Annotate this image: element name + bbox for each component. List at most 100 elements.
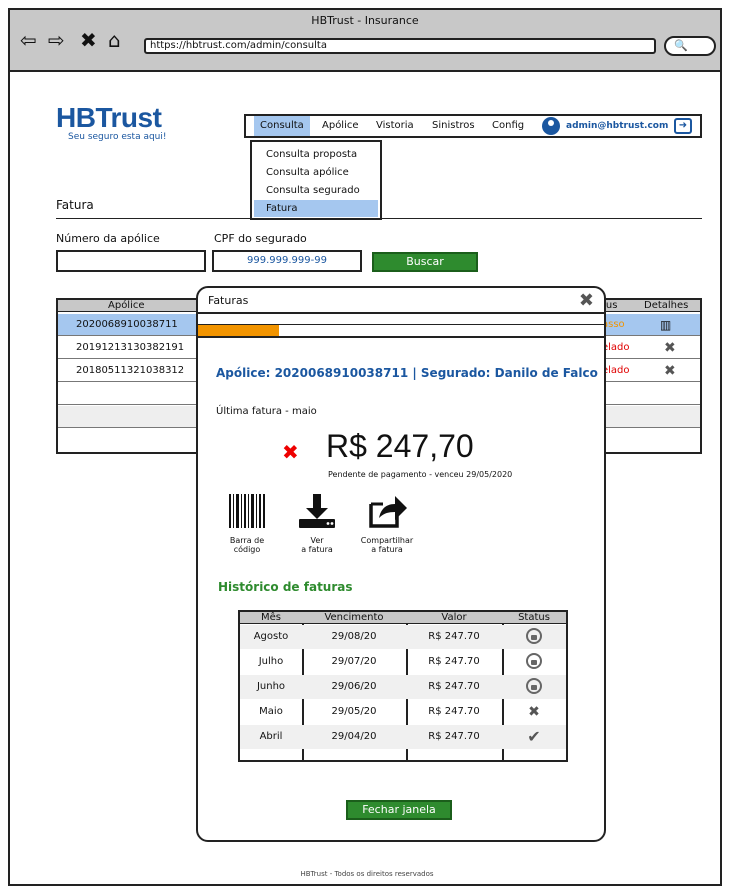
page-title: Fatura (56, 198, 94, 212)
invoice-amount: R$ 247,70 (326, 428, 474, 464)
cpf-input[interactable]: 999.999.999-99 (212, 250, 362, 272)
nav-apolice[interactable]: Apólice (316, 116, 365, 136)
barcode-icon[interactable]: ▥ (660, 314, 671, 336)
history-header-value: Valor (441, 612, 467, 623)
header-details: Detalhes (644, 300, 689, 311)
history-header-due: Vencimento (324, 612, 384, 623)
home-icon[interactable]: ⌂ (108, 30, 121, 50)
nav-sinistros[interactable]: Sinistros (426, 116, 481, 136)
history-row: Julho 29/07/20 R$ 247.70 (240, 650, 566, 674)
history-month: Maio (259, 706, 283, 717)
history-value: R$ 247.70 (428, 631, 480, 642)
header-policy: Apólice (108, 300, 145, 311)
unpaid-x-icon: ✖ (282, 440, 299, 464)
menu-consulta-segurado[interactable]: Consulta segurado (254, 182, 378, 199)
browser-search-field[interactable]: 🔍 (664, 36, 716, 56)
nav-consulta[interactable]: Consulta (254, 116, 310, 136)
close-icon[interactable]: ✖ (664, 360, 676, 382)
history-value: R$ 247.70 (428, 656, 480, 667)
close-window-button[interactable]: Fechar janela (346, 800, 452, 820)
browser-window: HBTrust - Insurance ⇦ ⇨ ✖ ⌂ https://hbtr… (8, 8, 722, 886)
modal-title: Faturas (208, 294, 249, 307)
row-policy: 2020068910038711 (76, 319, 178, 330)
row-status: elado (602, 365, 630, 376)
policy-number-input[interactable] (56, 250, 206, 272)
unpaid-x-icon: ✖ (528, 704, 540, 720)
history-month: Junho (256, 681, 286, 692)
row-status: elado (602, 342, 630, 353)
share-invoice-action[interactable]: Compartilhar a fatura (352, 492, 422, 554)
consulta-dropdown-menu: Consulta proposta Consulta apólice Consu… (250, 140, 382, 220)
history-due-date: 29/05/20 (331, 706, 377, 717)
history-month: Abril (259, 731, 283, 742)
menu-consulta-proposta[interactable]: Consulta proposta (254, 146, 378, 163)
history-table: Mês Vencimento Valor Status Agosto 29/08… (238, 610, 568, 762)
lock-icon (502, 650, 566, 674)
history-month: Agosto (253, 631, 289, 642)
browser-titlebar: HBTrust - Insurance ⇦ ⇨ ✖ ⌂ https://hbtr… (10, 10, 720, 72)
share-icon (369, 496, 407, 528)
invoices-modal: Faturas ✖ Apólice: 2020068910038711 | Se… (196, 286, 606, 842)
search-icon: 🔍 (674, 39, 688, 52)
progress-fill (198, 325, 280, 336)
history-header-row: Mês Vencimento Valor Status (240, 612, 566, 624)
share-label-1: Compartilhar (360, 536, 414, 545)
history-due-date: 29/08/20 (331, 631, 377, 642)
history-header-month: Mês (261, 612, 281, 623)
history-header-status: Status (518, 612, 550, 623)
window-title: HBTrust - Insurance (311, 14, 419, 27)
history-title: Histórico de faturas (218, 580, 353, 594)
download-icon (299, 494, 335, 528)
brand-logo[interactable]: HBTrust (56, 102, 162, 134)
user-email[interactable]: admin@hbtrust.com (566, 116, 668, 136)
share-label-2: a fatura (371, 545, 403, 554)
top-navbar: Consulta Apólice Vistoria Sinistros Conf… (244, 114, 702, 138)
nav-config[interactable]: Config (486, 116, 530, 136)
menu-consulta-apolice[interactable]: Consulta apólice (254, 164, 378, 181)
back-arrow-icon[interactable]: ⇦ (20, 30, 37, 50)
view-label-2: a fatura (301, 545, 333, 554)
modal-header: Faturas ✖ (198, 288, 604, 314)
progress-bar (198, 324, 604, 338)
url-bar[interactable]: https://hbtrust.com/admin/consulta (144, 38, 656, 54)
close-icon[interactable]: ✖ (579, 290, 594, 311)
view-label-1: Ver (310, 536, 324, 545)
history-due-date: 29/04/20 (331, 731, 377, 742)
barcode-action[interactable]: Barra de código (212, 492, 282, 554)
lock-icon (502, 675, 566, 699)
footer-text: HBTrust - Todos os direitos reservados (300, 870, 434, 878)
nav-vistoria[interactable]: Vistoria (370, 116, 420, 136)
view-invoice-action[interactable]: Ver a fatura (282, 492, 352, 554)
forward-arrow-icon[interactable]: ⇨ (48, 30, 65, 50)
search-button[interactable]: Buscar (372, 252, 478, 272)
row-policy: 20191213130382191 (76, 342, 185, 353)
check-icon: ✔ (527, 727, 541, 746)
history-month: Julho (258, 656, 284, 667)
barcode-label-1: Barra de (229, 536, 265, 545)
last-invoice-label: Última fatura - maio (216, 406, 317, 417)
stop-close-icon[interactable]: ✖ (80, 30, 97, 50)
logout-icon[interactable]: ➜ (674, 118, 692, 134)
row-policy: 20180511321038312 (76, 365, 185, 376)
lock-icon (502, 625, 566, 649)
history-value: R$ 247.70 (428, 681, 480, 692)
policy-number-label: Número da apólice (56, 232, 160, 245)
menu-fatura[interactable]: Fatura (254, 200, 378, 217)
policy-summary: Apólice: 2020068910038711 | Segurado: Da… (216, 366, 598, 380)
history-row: Maio 29/05/20 R$ 247.70 ✖ (240, 700, 566, 724)
history-due-date: 29/07/20 (331, 656, 377, 667)
history-row: Agosto 29/08/20 R$ 247.70 (240, 625, 566, 649)
history-row: Abril 29/04/20 R$ 247.70 ✔ (240, 725, 566, 749)
history-row: Junho 29/06/20 R$ 247.70 (240, 675, 566, 699)
due-status: Pendente de pagamento - venceu 29/05/202… (328, 470, 513, 479)
history-due-date: 29/06/20 (331, 681, 377, 692)
user-avatar-icon[interactable] (542, 117, 560, 135)
section-divider (56, 218, 702, 219)
barcode-icon (229, 494, 265, 528)
brand-tagline: Seu seguro esta aqui! (68, 132, 167, 142)
history-value: R$ 247.70 (428, 706, 480, 717)
barcode-label-2: código (233, 545, 261, 554)
history-value: R$ 247.70 (428, 731, 480, 742)
cpf-label: CPF do segurado (214, 232, 307, 245)
close-icon[interactable]: ✖ (664, 337, 676, 359)
